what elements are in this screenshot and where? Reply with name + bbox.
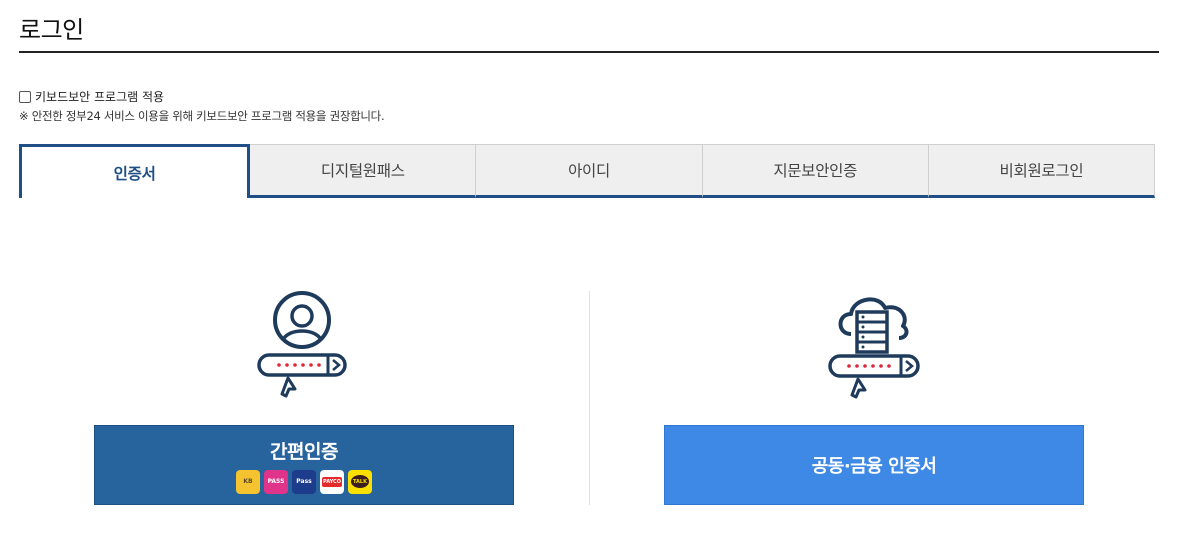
samsung-pass-icon: Pass [292, 469, 316, 494]
kakaotalk-icon: TALK [348, 469, 372, 494]
simple-auth-button[interactable]: 간편인증 KB PASS Pass PAYCO TALK [94, 425, 514, 505]
tab-digital-onepass[interactable]: 디지털원패스 [250, 144, 477, 198]
payco-icon: PAYCO [320, 469, 344, 494]
keyboard-security-checkbox[interactable] [19, 90, 31, 103]
cloud-server-password-icon [823, 290, 923, 402]
options-divider [589, 291, 590, 505]
tab-certificate[interactable]: 인증서 [19, 144, 251, 198]
kb-mobile-icon: KB [236, 469, 260, 494]
page-title: 로그인 [19, 16, 84, 44]
simple-auth-label: 간편인증 [270, 440, 338, 463]
login-method-tabs: 인증서 디지털원패스 아이디 지문보안인증 비회원로그인 [19, 144, 1156, 198]
tab-fingerprint[interactable]: 지문보안인증 [702, 144, 929, 198]
keyboard-security-note: ※ 안전한 정부24 서비스 이용을 위해 키보드보안 프로그램 적용을 권장합… [19, 109, 385, 123]
joint-financial-cert-label: 공동·금융 인증서 [811, 456, 937, 477]
tab-id[interactable]: 아이디 [476, 144, 703, 198]
pass-icon: PASS [264, 469, 288, 494]
tab-guest-login[interactable]: 비회원로그인 [928, 144, 1156, 198]
joint-financial-cert-button[interactable]: 공동·금융 인증서 [664, 425, 1084, 505]
keyboard-security-label: 키보드보안 프로그램 적용 [35, 90, 165, 104]
user-password-login-icon [252, 290, 352, 402]
title-divider [19, 51, 1159, 53]
keyboard-security-option[interactable]: 키보드보안 프로그램 적용 [19, 88, 164, 105]
provider-icons: KB PASS Pass PAYCO TALK [236, 469, 372, 494]
